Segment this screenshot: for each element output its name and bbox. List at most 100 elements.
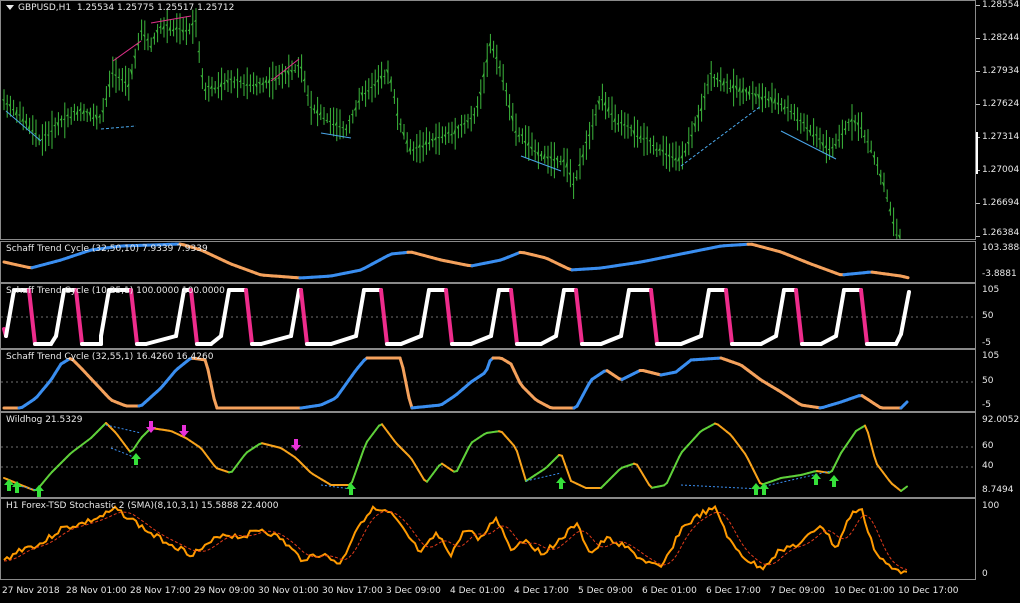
stc-segment [902,275,910,280]
scale-label: 50 [982,376,994,386]
price-bar-open [293,69,296,72]
stc-pane-3[interactable]: Schaff Trend Cycle (32,55,1) 16.4260 16.… [0,349,976,412]
stc-scale-3: 105 50 -5 [976,349,1020,412]
stochastic-pane[interactable]: H1 Forex-TSD Stochastic 2 (SMA)(8,10,3,1… [0,498,976,580]
dropdown-arrow-icon[interactable] [6,5,14,10]
time-label: 10 Dec 01:00 [834,586,895,596]
scale-label: 92.0052 [982,415,1020,425]
time-label: 5 Dec 09:00 [578,586,633,596]
scale-label: -5 [982,400,991,410]
green-up-arrow-icon [556,477,566,489]
price-bar-open [591,125,593,127]
green-up-arrow-icon [829,475,839,487]
price-label: 1.28554 [982,0,1020,10]
price-bar-open [50,130,53,132]
indicator-title: H1 Forex-TSD Stochastic 2 (SMA)(8,10,3,1… [6,501,279,511]
wildhog-segment [672,462,677,472]
wildhog-segment [462,452,467,460]
trendline [112,40,142,62]
price-bar-open [63,118,66,121]
stc-segment [54,288,66,338]
wildhog-segment [750,464,755,472]
wildhog-segment [870,443,875,457]
stc-segment [329,334,358,346]
scale-label: -5 [982,338,991,348]
time-label: 4 Dec 17:00 [514,586,569,596]
magenta-down-arrow-icon [291,439,301,451]
time-label: 27 Nov 2018 [2,586,60,596]
stc-segment [819,334,838,346]
stc-pane-2[interactable]: Schaff Trend Cycle (10,25,1) 100.0000 10… [0,283,976,349]
trendline [520,155,562,172]
wildhog-segment [756,476,761,484]
price-bar-open [47,134,49,136]
price-bar-open [111,72,113,74]
scale-label: 40 [982,461,994,471]
stochastic-line [3,504,908,575]
stc-segment [419,288,431,338]
wildhog-segment [357,456,362,467]
wildhog-segment [831,464,836,472]
stochastic-main-line [3,504,908,575]
price-bar-open [818,138,821,140]
price-chart [2,8,901,239]
wildhog-segment [363,440,368,450]
price-bar-open [18,114,21,116]
time-label: 6 Dec 01:00 [642,586,697,596]
wildhog-segment [903,485,908,490]
wildhog-segment [837,452,842,460]
price-label: 1.26384 [982,228,1020,238]
stc-scale-1: 103.3884 -3.8881 [976,241,1020,283]
stc-segment [489,288,501,338]
stc-segment [209,382,216,400]
price-bar-open [469,117,472,120]
scale-label: 105 [982,285,1000,295]
price-bar-open [123,81,126,84]
scale-label: 60 [982,441,994,451]
stc-segment [469,334,493,346]
stc-segment [27,288,37,346]
stc-segment [4,288,16,338]
stc-segment [759,334,778,346]
wildhog-segment [834,458,839,466]
time-label: 29 Nov 09:00 [194,586,255,596]
scale-label: -3.8881 [982,269,1017,279]
wildhog-segment [351,472,356,484]
stc-segment [144,334,178,346]
indicator-title: Schaff Trend Cycle (32,50,10) 7.9339 7.9… [6,244,208,254]
stc-segment [259,334,293,346]
time-label: 30 Nov 17:00 [322,586,383,596]
stc-pane-1[interactable]: Schaff Trend Cycle (32,50,10) 7.9339 7.9… [0,241,976,283]
price-bar-open [847,121,849,124]
time-label: 28 Nov 17:00 [130,586,191,596]
price-label: 1.27004 [982,165,1020,175]
current-price-marker [976,132,978,174]
stc-segment [404,381,411,400]
wildhog-segment [561,454,566,466]
price-bar-open [415,147,417,149]
time-label: 10 Dec 17:00 [898,586,959,596]
wildhog-segment [519,460,524,473]
price-chart-pane[interactable]: GBPUSD,H1 1.25534 1.25775 1.25517 1.2571… [0,0,976,240]
wildhog-pane[interactable]: Wildhog 21.5329 [0,412,976,498]
price-bar-open [837,139,840,141]
signal-line [680,484,762,490]
wildhog-segment [516,450,521,463]
price-label: 1.27314 [982,132,1020,142]
price-bar-open [504,89,507,92]
scale-label: 100 [982,501,1000,511]
price-scale[interactable]: 1.28554 1.28244 1.27934 1.27624 1.27314 … [976,0,1020,240]
time-label: 28 Nov 01:00 [66,586,127,596]
stc-segment [679,334,703,346]
stc-scale-2: 105 50 -5 [976,283,1020,349]
stc-segment [902,400,909,407]
trendline [100,125,137,130]
price-bar-open [165,24,168,26]
wildhog-segment [567,471,572,482]
price-bar-open [207,85,209,88]
stc-segment [219,288,231,338]
time-axis[interactable]: 27 Nov 2018 28 Nov 01:00 28 Nov 17:00 29… [0,580,976,603]
scale-label: 0 [982,569,988,579]
wildhog-scale: 92.0052 60 40 8.7494 [976,412,1020,498]
price-label: 1.27624 [982,99,1020,109]
